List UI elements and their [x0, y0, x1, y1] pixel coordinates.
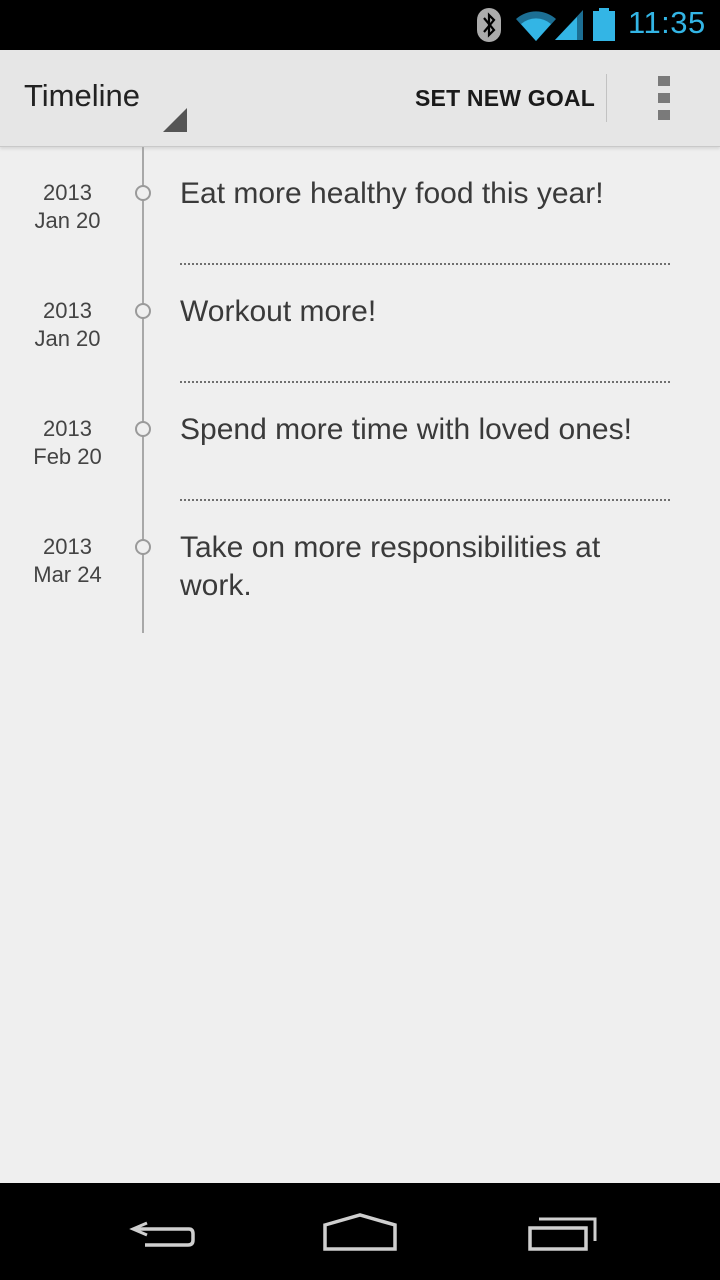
entry-divider [180, 499, 670, 501]
action-bar: Timeline SET NEW GOAL [0, 50, 720, 147]
set-new-goal-button[interactable]: SET NEW GOAL [404, 50, 606, 146]
entry-year: 2013 [43, 416, 92, 441]
goal-text: Eat more healthy food this year! [180, 177, 604, 210]
timeline-node-icon [135, 539, 151, 555]
timeline-node-icon [135, 421, 151, 437]
navigation-bar [0, 1183, 720, 1280]
overflow-menu-icon [658, 76, 670, 124]
timeline-node-icon [135, 303, 151, 319]
entry-year: 2013 [43, 534, 92, 559]
status-clock: 11:35 [628, 5, 706, 40]
entry-day: Feb 20 [33, 444, 102, 469]
entry-divider [180, 263, 670, 265]
goal-text: Workout more! [180, 295, 377, 328]
page-title: Timeline [24, 78, 140, 113]
spinner-arrow-icon [163, 108, 187, 136]
entry-day: Jan 20 [34, 326, 101, 351]
goal-text: Spend more time with loved ones! [180, 413, 632, 446]
wifi-icon [514, 8, 558, 46]
recent-apps-button[interactable] [487, 1183, 637, 1280]
action-divider [606, 74, 607, 122]
overflow-menu-button[interactable] [628, 50, 698, 146]
bluetooth-icon [474, 6, 504, 48]
entry-date: 2013 Jan 20 [10, 297, 125, 353]
entry-day: Mar 24 [33, 562, 102, 587]
entry-divider [180, 381, 670, 383]
entry-date: 2013 Feb 20 [10, 415, 125, 471]
timeline-node-icon [135, 185, 151, 201]
battery-icon [592, 8, 616, 46]
timeline-spinner[interactable]: Timeline [0, 50, 200, 146]
entry-year: 2013 [43, 298, 92, 323]
signal-icon [555, 8, 585, 46]
entry-day: Jan 20 [34, 208, 101, 233]
timeline-list: 2013 Jan 20 Eat more healthy food this y… [0, 147, 720, 1183]
timeline-line [142, 147, 144, 633]
entry-date: 2013 Mar 24 [10, 533, 125, 589]
home-button[interactable] [285, 1183, 435, 1280]
status-bar: 11:35 [0, 0, 720, 50]
back-button[interactable] [85, 1183, 235, 1280]
goal-text: Take on more responsibilities at work. [180, 531, 601, 602]
entry-year: 2013 [43, 180, 92, 205]
entry-date: 2013 Jan 20 [10, 179, 125, 235]
